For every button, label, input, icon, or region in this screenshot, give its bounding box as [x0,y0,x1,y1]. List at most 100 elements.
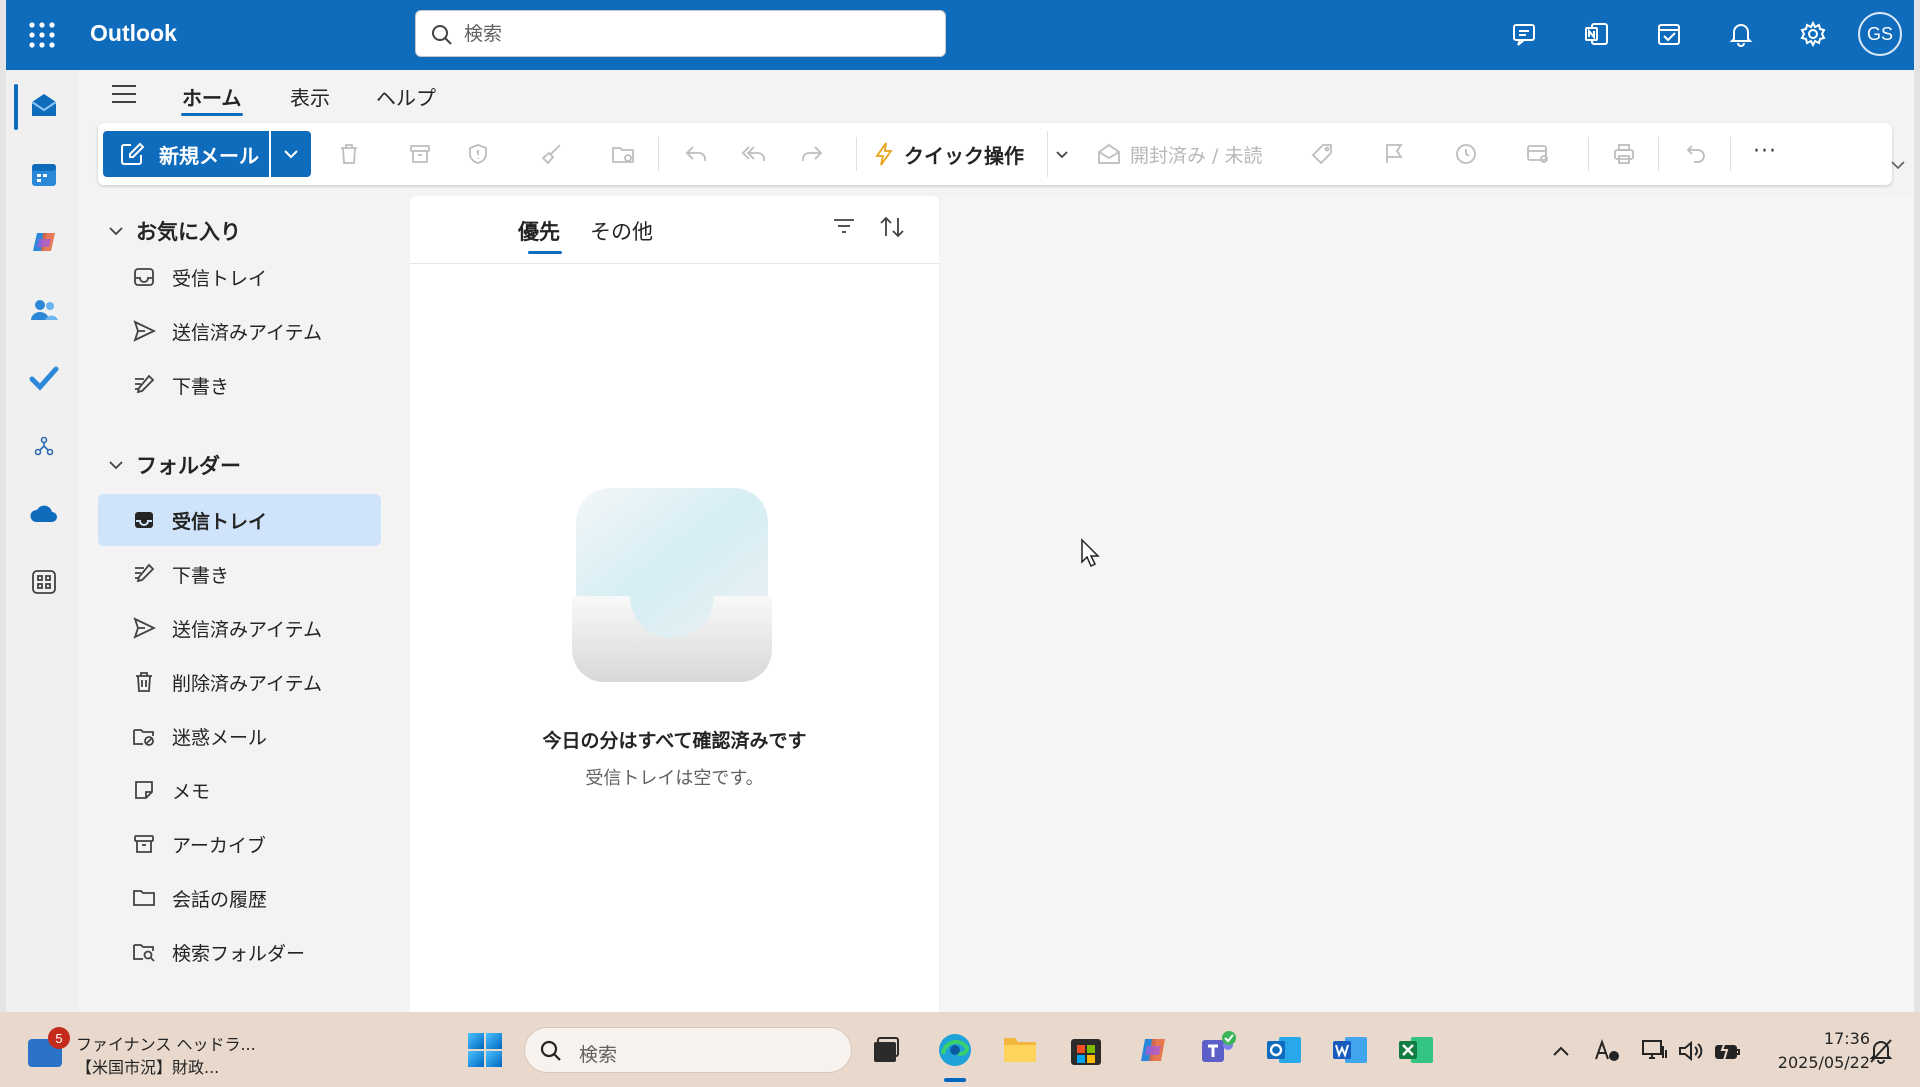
folder-item-junk[interactable]: 迷惑メール [98,710,381,762]
tab-home-underline [181,113,243,116]
folders-header[interactable]: フォルダー [108,448,241,482]
calendar-icon[interactable] [28,158,60,190]
app-rail [6,70,78,1012]
tab-home[interactable]: ホーム [182,82,241,116]
reading-pane [941,196,1914,1012]
excel-icon[interactable] [1396,1030,1436,1070]
copilot-taskbar-icon[interactable] [1133,1030,1173,1070]
inbox-icon [130,263,158,291]
move-to-icon[interactable] [610,140,638,168]
forward-icon[interactable] [798,140,826,168]
gear-icon[interactable] [1796,17,1830,51]
quick-steps-label: クイック操作 [904,143,1024,168]
more-options-button[interactable]: ··· [1753,139,1777,164]
favorites-header[interactable]: お気に入り [108,214,241,248]
hamburger-menu-icon[interactable] [110,82,142,108]
task-view-icon[interactable] [866,1030,906,1070]
todo-rail-icon[interactable] [28,362,60,394]
favorite-item-sent[interactable]: 送信済みアイテム [98,305,381,357]
battery-icon[interactable] [1712,1036,1742,1066]
onenote-icon[interactable] [1580,17,1614,51]
edge-running-indicator [944,1078,966,1082]
outlook-taskbar-icon[interactable] [1264,1030,1304,1070]
folder-item-inbox[interactable]: 受信トレイ [98,494,381,546]
app-launcher-icon[interactable] [28,21,56,49]
ime-icon[interactable] [1592,1036,1622,1066]
teams-icon[interactable] [1198,1030,1238,1070]
read-unread-button[interactable]: 開封済み / 未読 [1096,131,1262,177]
people-icon[interactable] [28,294,60,326]
windows-start-icon[interactable] [467,1032,503,1068]
bell-icon[interactable] [1724,17,1758,51]
copilot-icon[interactable] [28,226,60,258]
toolbar-separator [658,137,659,171]
undo-icon[interactable] [1682,140,1710,168]
tab-other[interactable]: その他 [590,216,653,246]
archive-toolbar-icon[interactable] [406,140,434,168]
tab-view[interactable]: 表示 [290,82,330,116]
folder-item-deleted[interactable]: 削除済みアイテム [98,656,381,708]
search-input[interactable] [464,19,924,49]
folder-item-notes[interactable]: メモ [98,764,381,816]
new-mail-label: 新規メール [159,143,259,168]
search-box[interactable] [415,10,946,57]
folder-item-archive[interactable]: アーカイブ [98,818,381,870]
notification-bell-icon[interactable] [1866,1036,1896,1066]
app-title[interactable]: Outlook [90,20,177,47]
filter-icon[interactable] [832,216,856,236]
edge-browser-icon[interactable] [935,1030,975,1070]
new-mail-button[interactable]: 新規メール [103,131,269,177]
file-explorer-icon[interactable] [1000,1030,1040,1070]
chevron-down-icon [1055,150,1068,158]
search-folder-icon [130,938,158,966]
chevron-down-icon [109,227,123,236]
snooze-clock-icon[interactable] [1452,140,1480,168]
rail-active-indicator [14,84,18,130]
tab-focused-underline [528,251,562,254]
microsoft-store-icon[interactable] [1066,1030,1106,1070]
quick-steps-dropdown[interactable] [1047,131,1075,177]
folder-item-search-folders[interactable]: 検索フォルダー [98,926,381,978]
volume-icon[interactable] [1676,1036,1706,1066]
quick-steps-button[interactable]: クイック操作 [872,131,1024,177]
tab-help[interactable]: ヘルプ [376,82,436,116]
meet-now-icon[interactable] [1508,17,1542,51]
reply-icon[interactable] [682,140,710,168]
sweep-icon[interactable] [538,140,566,168]
system-clock[interactable]: 17:36 2025/05/22 [1760,1027,1870,1075]
new-mail-dropdown[interactable] [271,131,311,177]
network-icon[interactable] [1640,1036,1670,1066]
compose-icon [121,142,145,165]
favorite-item-drafts[interactable]: 下書き [98,359,381,411]
delete-icon[interactable] [335,140,363,168]
favorite-item-inbox[interactable]: 受信トレイ [98,251,381,303]
report-shield-icon[interactable] [464,140,492,168]
more-apps-icon[interactable] [28,566,60,598]
send-icon [130,317,158,345]
org-explorer-icon[interactable] [28,430,60,462]
rules-icon[interactable] [1524,140,1552,168]
tag-icon[interactable] [1308,140,1336,168]
folder-item-sent[interactable]: 送信済みアイテム [98,602,381,654]
avatar[interactable]: GS [1858,12,1902,56]
outlook-window: Outlook GS [6,0,1914,1012]
tray-overflow-chevron-icon[interactable] [1546,1036,1576,1066]
folder-item-drafts[interactable]: 下書き [98,548,381,600]
folder-item-conversation-history[interactable]: 会話の履歴 [98,872,381,924]
news-headline: ファイナンス ヘッドラ... [76,1035,256,1054]
todo-icon[interactable] [1652,17,1686,51]
inbox-icon [130,506,158,534]
flag-icon[interactable] [1380,140,1408,168]
reply-all-icon[interactable] [740,140,768,168]
ribbon-expand-chevron-icon[interactable] [1890,160,1906,170]
news-widget[interactable]: 5 ファイナンス ヘッドラ... 【米国市況】財政... [28,1027,256,1077]
onedrive-icon[interactable] [28,498,60,530]
sort-icon[interactable] [878,214,906,240]
news-subheadline: 【米国市況】財政... [76,1058,220,1077]
mail-icon[interactable] [28,90,60,122]
taskbar-search[interactable]: 検索 [524,1027,852,1073]
message-list-tabs: 優先 その他 [410,196,939,264]
word-icon[interactable] [1330,1030,1370,1070]
print-icon[interactable] [1610,140,1638,168]
tab-focused[interactable]: 優先 [518,216,560,246]
